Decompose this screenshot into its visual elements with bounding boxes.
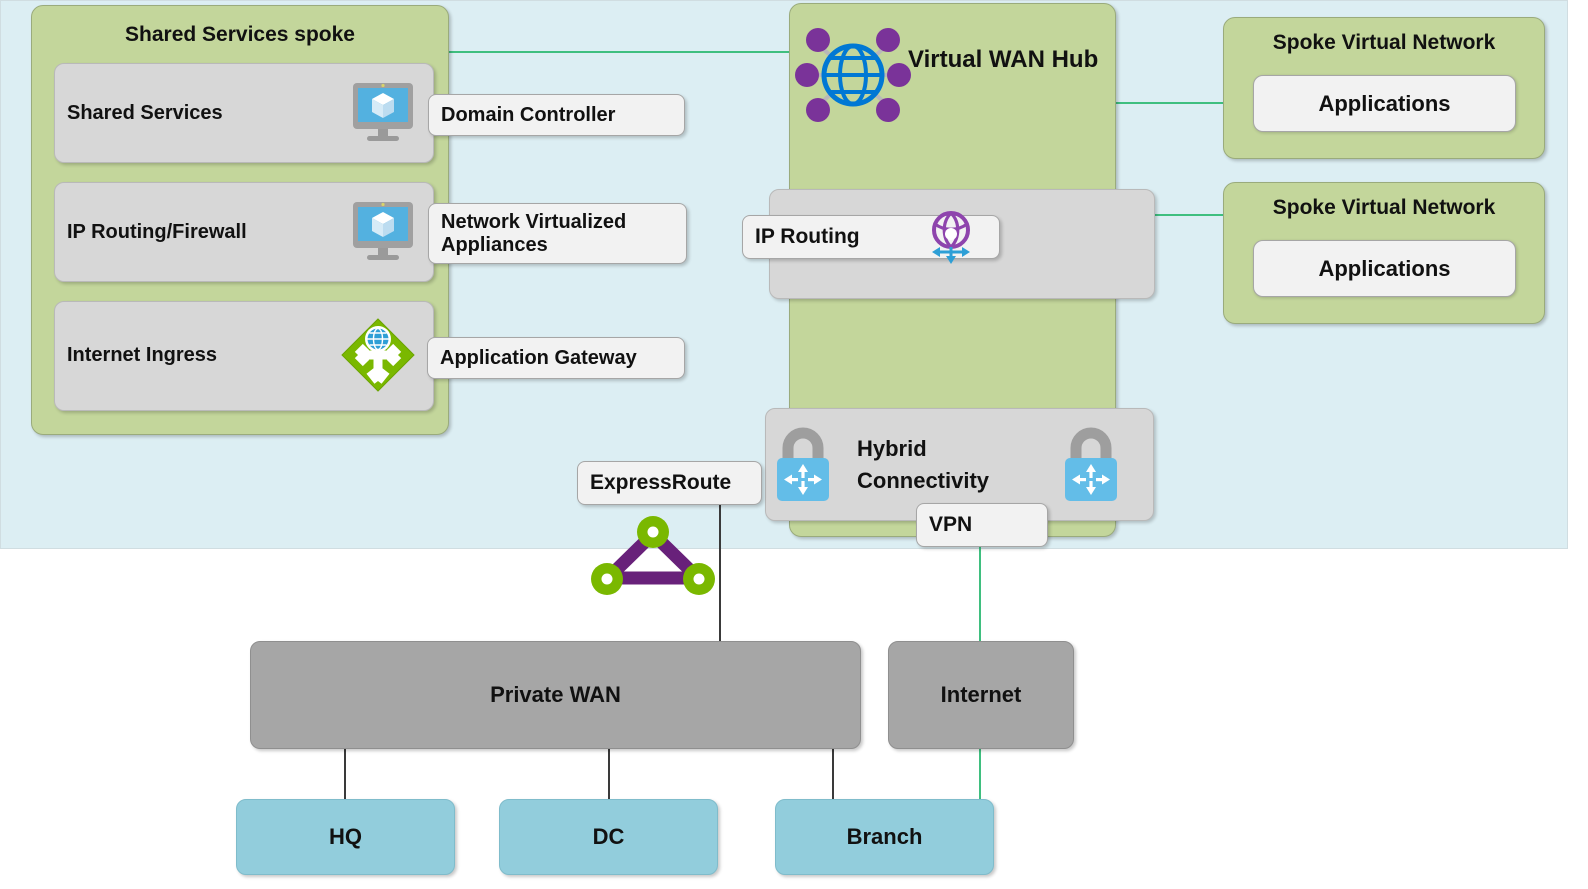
connector-private-wan-to-dc [608, 748, 610, 800]
virtual-wan-hub-title: Virtual WAN Hub [908, 46, 1099, 73]
diagram-canvas: Shared Services spoke Shared Services Do… [0, 0, 1588, 889]
connector-vpn-to-internet [979, 538, 981, 648]
spoke-virtual-network-1-title: Spoke Virtual Network [1272, 31, 1496, 54]
ip-routing-firewall-row-label: IP Routing/Firewall [67, 221, 247, 243]
domain-controller-callout[interactable]: Domain Controller [428, 94, 685, 136]
hybrid-connectivity-label-line1: Hybrid [857, 436, 927, 461]
route-icon [920, 208, 982, 266]
spoke-2-applications-box[interactable]: Applications [1253, 240, 1516, 297]
domain-controller-callout-label: Domain Controller [441, 103, 616, 126]
private-wan-label: Private WAN [490, 682, 621, 707]
spoke-virtual-network-2-title: Spoke Virtual Network [1272, 196, 1496, 219]
connector-hub-to-spoke-1 [1116, 102, 1224, 104]
connector-private-wan-to-hq [344, 748, 346, 800]
spoke-1-applications-label: Applications [1318, 90, 1451, 116]
expressroute-callout-label: ExpressRoute [590, 471, 732, 495]
site-branch-label: Branch [846, 824, 923, 849]
network-virtualized-appliances-callout[interactable]: Network Virtualized Appliances [428, 203, 687, 264]
virtual-wan-hub-icon [793, 20, 913, 130]
shared-services-row-label: Shared Services [67, 102, 223, 124]
application-gateway-icon [336, 313, 420, 397]
site-hq-label: HQ [329, 824, 362, 849]
expressroute-triangle-icon [586, 513, 726, 603]
virtual-machine-icon [349, 77, 421, 149]
vpn-callout-label: VPN [929, 513, 973, 537]
internet-label: Internet [940, 682, 1022, 707]
connector-hub-to-spoke-2 [1152, 214, 1224, 216]
expressroute-callout[interactable]: ExpressRoute [577, 461, 762, 505]
vpn-callout[interactable]: VPN [916, 503, 1048, 547]
ip-routing-callout-label: IP Routing [755, 225, 860, 249]
site-hq-box[interactable]: HQ [236, 799, 455, 875]
private-wan-box[interactable]: Private WAN [250, 641, 861, 749]
application-gateway-callout-label: Application Gateway [440, 346, 637, 369]
site-dc-box[interactable]: DC [499, 799, 718, 875]
vpn-gateway-lock-icon [768, 424, 838, 506]
shared-services-spoke-title: Shared Services spoke [125, 23, 355, 46]
internet-box[interactable]: Internet [888, 641, 1074, 749]
vpn-gateway-lock-icon [1056, 424, 1126, 506]
internet-ingress-row-label: Internet Ingress [67, 344, 218, 366]
hybrid-connectivity-label-line2: Connectivity [857, 468, 990, 493]
site-dc-label: DC [592, 824, 625, 849]
connector-sharedservices-to-hub [448, 51, 792, 53]
site-branch-box[interactable]: Branch [775, 799, 994, 875]
connector-private-wan-to-branch [832, 748, 834, 800]
virtual-machine-icon [349, 196, 421, 268]
network-virtualized-appliances-callout-label: Network Virtualized Appliances [441, 211, 627, 256]
connector-internet-to-branch [979, 748, 981, 800]
application-gateway-callout[interactable]: Application Gateway [427, 337, 685, 379]
spoke-1-applications-box[interactable]: Applications [1253, 75, 1516, 132]
spoke-2-applications-label: Applications [1318, 255, 1451, 281]
